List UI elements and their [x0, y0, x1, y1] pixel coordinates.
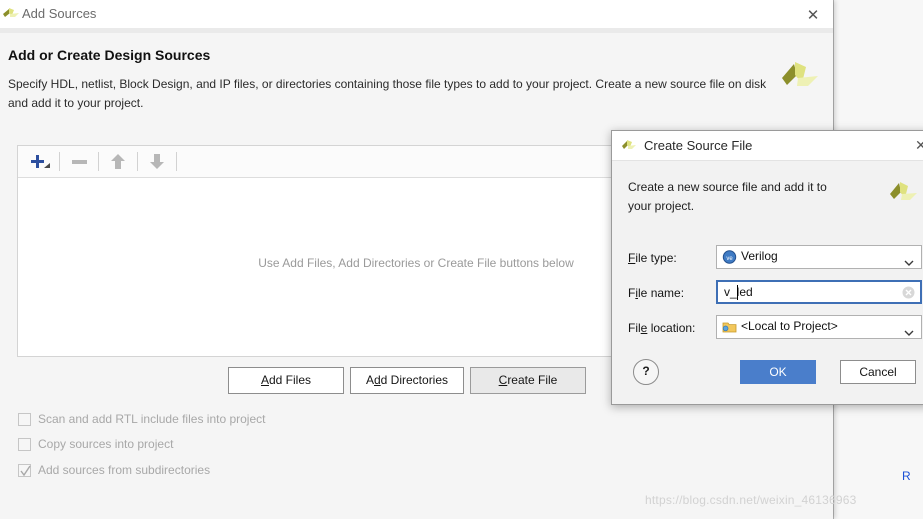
- checkbox-label: Copy sources into project: [38, 437, 174, 451]
- add-source-button[interactable]: [26, 150, 52, 174]
- toolbar-divider: [98, 152, 99, 171]
- arrow-down-icon: [145, 150, 171, 174]
- create-file-button-label: reate File: [507, 373, 558, 387]
- file-name-value: v_led: [724, 285, 753, 299]
- clear-icon[interactable]: [902, 286, 915, 299]
- add-directories-button[interactable]: Add Directories: [350, 367, 464, 394]
- checkbox-label: Scan and add RTL include files into proj…: [38, 412, 266, 426]
- add-directories-button-label: A: [365, 373, 374, 387]
- vivado-logo-icon: [621, 139, 637, 153]
- verilog-icon: ve: [722, 250, 737, 264]
- page-description: Specify HDL, netlist, Block Design, and …: [8, 77, 767, 110]
- close-icon[interactable]: ✕: [803, 6, 823, 24]
- remove-source-button[interactable]: [67, 150, 93, 174]
- text-caret: [737, 285, 738, 300]
- ok-button[interactable]: OK: [740, 360, 816, 384]
- mnemonic-letter: d: [373, 373, 381, 387]
- add-files-button-label: dd Files: [268, 373, 312, 387]
- toolbar-divider: [137, 152, 138, 171]
- file-type-select[interactable]: ve Verilog: [716, 245, 922, 269]
- page-title: Add or Create Design Sources: [8, 47, 211, 63]
- add-directories-button-label-rest: d Directories: [380, 373, 449, 387]
- move-source-down-button[interactable]: [145, 150, 171, 174]
- file-name-input[interactable]: v_led: [716, 280, 922, 304]
- file-name-label: File name:: [628, 286, 684, 300]
- plus-with-dropdown-icon: [26, 150, 52, 174]
- mnemonic-letter: C: [498, 373, 508, 387]
- minus-icon: [67, 150, 93, 174]
- create-source-file-titlebar: Create Source File ✕: [612, 131, 923, 161]
- cancel-button[interactable]: Cancel: [840, 360, 916, 384]
- background-run-link[interactable]: R: [902, 469, 911, 483]
- arrow-up-icon: [106, 150, 132, 174]
- create-source-file-title: Create Source File: [644, 138, 753, 153]
- file-location-value: <Local to Project>: [741, 319, 838, 333]
- chevron-down-icon: [904, 324, 914, 336]
- checkbox-box[interactable]: [18, 413, 31, 426]
- file-location-label-pre: Fil: [628, 321, 641, 335]
- checkbox-box[interactable]: [18, 464, 31, 477]
- chevron-down-icon: [904, 254, 914, 266]
- checkbox-box[interactable]: [18, 438, 31, 451]
- file-type-label-rest: ile type:: [635, 251, 677, 265]
- add-sources-titlebar: Add Sources ✕: [0, 0, 833, 29]
- mnemonic-letter: A: [260, 373, 269, 387]
- file-location-label: File location:: [628, 321, 695, 335]
- move-source-up-button[interactable]: [106, 150, 132, 174]
- vivado-logo-icon: [2, 7, 20, 21]
- close-icon[interactable]: ✕: [915, 138, 923, 154]
- vivado-logo-icon: [778, 58, 820, 100]
- check-icon: [20, 465, 31, 478]
- add-sources-title: Add Sources: [22, 6, 97, 21]
- checkbox-label: Add sources from subdirectories: [38, 463, 211, 477]
- file-type-label: File type:: [628, 251, 677, 265]
- toolbar-divider: [176, 152, 177, 171]
- file-location-select[interactable]: <Local to Project>: [716, 315, 922, 339]
- file-location-label-rest: location:: [647, 321, 696, 335]
- screen: R Add Sources ✕ Add or Create Design Sou…: [0, 0, 923, 519]
- create-file-button[interactable]: Create File: [470, 367, 586, 394]
- create-source-file-description: Create a new source file and add it to y…: [628, 180, 827, 213]
- file-type-value: Verilog: [741, 249, 778, 263]
- create-source-file-dialog: Create Source File ✕ Create a new source…: [611, 130, 923, 405]
- titlebar-divider: [0, 28, 833, 33]
- help-button[interactable]: ?: [633, 359, 659, 385]
- folder-icon: [722, 320, 737, 334]
- svg-text:ve: ve: [726, 256, 733, 262]
- file-name-label-rest: le name:: [638, 286, 685, 300]
- toolbar-divider: [59, 152, 60, 171]
- vivado-logo-icon: [887, 179, 919, 211]
- add-files-button[interactable]: Add Files: [228, 367, 344, 394]
- watermark: https://blog.csdn.net/weixin_46136963: [645, 493, 857, 507]
